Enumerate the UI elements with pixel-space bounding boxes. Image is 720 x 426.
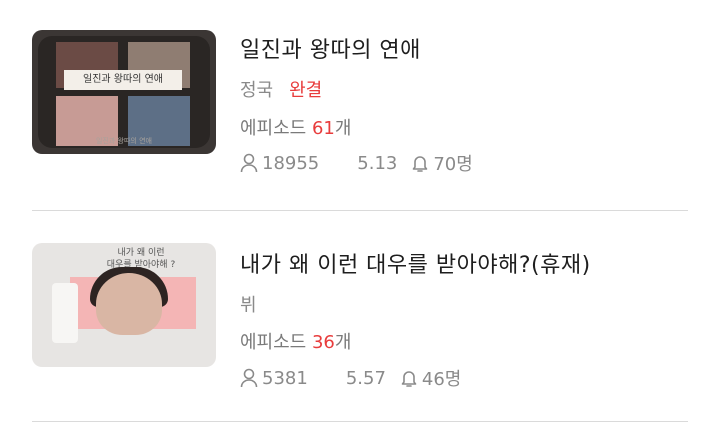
subscribers-count: 46명: [421, 369, 462, 390]
thumbnail-header-line: 내가 왜 이런: [117, 248, 165, 258]
divider: [32, 421, 688, 422]
bell-icon: [400, 368, 418, 388]
story-author-line: 정국 완결: [240, 76, 322, 102]
views-stat: 18955: [240, 153, 319, 174]
portrait-face: [96, 273, 162, 335]
story-stats: 5381 5.57 46명: [240, 365, 461, 391]
status-badge: 완결: [289, 80, 323, 101]
paper-peel: [52, 283, 78, 343]
episodes-number: 61: [311, 118, 335, 139]
episodes-label: 에피소드: [240, 332, 307, 353]
story-thumbnail[interactable]: 내가 왜 이런 대우를 받아야해 ?: [32, 243, 216, 367]
views-stat: 5381: [240, 368, 308, 389]
story-title[interactable]: 일진과 왕따의 연애: [240, 32, 421, 64]
episode-count: 에피소드 36개: [240, 328, 351, 354]
subscribers-count: 70명: [433, 154, 473, 175]
person-icon: [240, 153, 258, 173]
story-author-line: 뷔: [240, 291, 257, 317]
story-title[interactable]: 내가 왜 이런 대우를 받아야해?(휴재): [240, 247, 591, 279]
subscribers-stat: 70명: [411, 150, 473, 176]
story-list: 일진과 왕따의 연애 일진과 왕따의 연애 일진과 왕따의 연애 정국 완결 에피…: [0, 0, 720, 426]
episodes-unit: 개: [334, 332, 352, 353]
views-count: 18955: [262, 152, 320, 174]
thumbnail-frame: 일진과 왕따의 연애 일진과 왕따의 연애: [38, 36, 210, 148]
bell-icon: [411, 153, 429, 173]
subscribers-stat: 46명: [400, 365, 461, 391]
views-count: 5381: [262, 367, 308, 389]
story-author[interactable]: 뷔: [240, 295, 257, 316]
update-date: 5.57: [345, 367, 386, 389]
update-date: 5.13: [357, 152, 398, 174]
episodes-number: 36: [311, 332, 335, 353]
story-item[interactable]: 일진과 왕따의 연애 일진과 왕따의 연애 일진과 왕따의 연애 정국 완결 에피…: [0, 0, 720, 211]
thumbnail-banner-text: 일진과 왕따의 연애: [64, 70, 182, 90]
episodes-unit: 개: [334, 118, 352, 139]
story-item[interactable]: 내가 왜 이런 대우를 받아야해 ? 내가 왜 이런 대우를 받아야해?(휴재)…: [0, 211, 720, 426]
story-stats: 18955 5.13 70명: [240, 150, 473, 176]
thumbnail-caption: 일진과 왕따의 연애: [96, 137, 152, 145]
story-thumbnail[interactable]: 일진과 왕따의 연애 일진과 왕따의 연애: [32, 30, 216, 154]
story-author[interactable]: 정국: [240, 80, 273, 101]
person-icon: [240, 368, 258, 388]
episode-count: 에피소드 61개: [240, 114, 351, 140]
episodes-label: 에피소드: [240, 118, 307, 139]
